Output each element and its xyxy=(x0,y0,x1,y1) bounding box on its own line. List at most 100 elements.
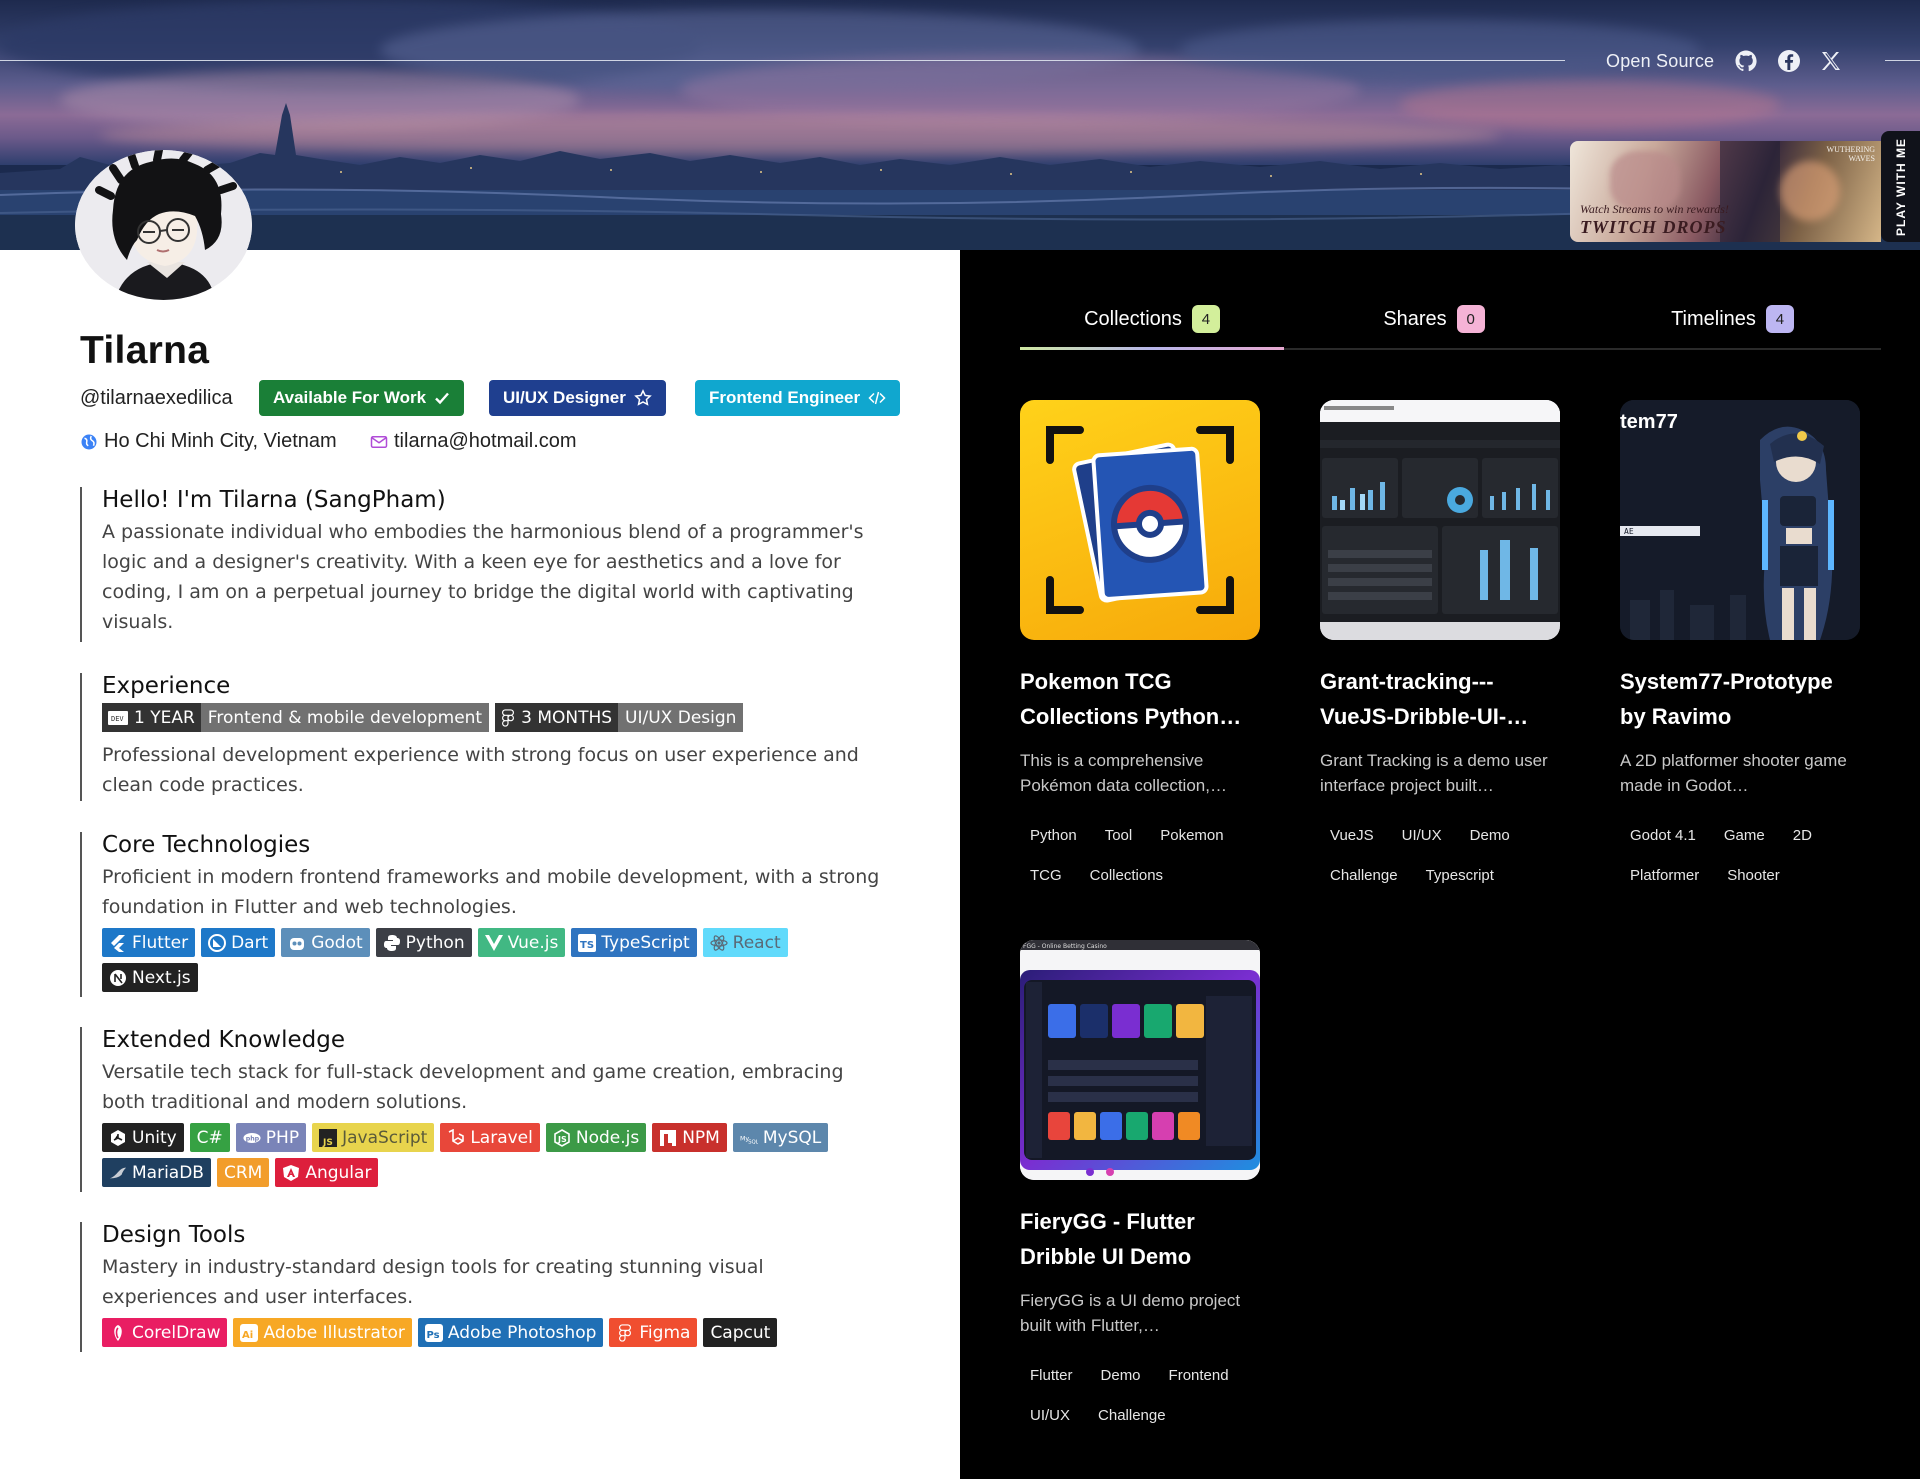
project-title[interactable]: System77-Prototype by Ravimo xyxy=(1620,664,1860,734)
tech-chip-mysql: My SQL MySQL xyxy=(732,1123,829,1152)
available-for-work-badge: Available For Work xyxy=(259,380,465,416)
design-title: Design Tools xyxy=(102,1222,246,1248)
project-thumbnail[interactable] xyxy=(1320,400,1560,640)
experience-chip-uiux: 3 MONTHS UI/UX Design xyxy=(495,703,744,732)
play-with-me-tab[interactable]: PLAY WITH ME xyxy=(1881,131,1920,242)
project-tag[interactable]: Collections xyxy=(1080,856,1173,896)
project-tag[interactable]: Challenge xyxy=(1320,856,1408,896)
figma-icon xyxy=(502,708,515,727)
tab-count: 0 xyxy=(1456,305,1485,333)
avatar[interactable] xyxy=(75,150,252,300)
project-tag[interactable]: Godot 4.1 xyxy=(1620,816,1706,856)
project-thumbnail[interactable] xyxy=(1020,400,1260,640)
project-thumbnail[interactable]: FGG - Online Betting Casino xyxy=(1020,940,1260,1180)
twitch-drops-banner[interactable]: WUTHERING WAVES Watch Streams to win rewa… xyxy=(1570,141,1881,242)
photoshop-icon: Ps xyxy=(424,1323,443,1342)
project-tag[interactable]: TCG xyxy=(1020,856,1072,896)
project-title[interactable]: Pokemon TCG Collections Python… xyxy=(1020,664,1260,734)
project-tag[interactable]: Demo xyxy=(1091,1356,1151,1396)
email[interactable]: tilarna@hotmail.com xyxy=(370,430,577,453)
tech-chip-angular: Angular xyxy=(275,1158,379,1187)
typescript-icon: TS xyxy=(578,933,597,952)
mail-icon xyxy=(370,435,388,448)
project-tag[interactable]: VueJS xyxy=(1320,816,1384,856)
svg-text:JS: JS xyxy=(557,1135,567,1144)
angular-icon xyxy=(282,1164,300,1182)
tech-chip-mariadb: MariaDB xyxy=(102,1158,211,1187)
tech-chip-python: Python xyxy=(375,928,472,957)
star-icon xyxy=(634,389,652,406)
project-tag[interactable]: Demo xyxy=(1460,816,1520,856)
project-tag[interactable]: Flutter xyxy=(1020,1356,1083,1396)
project-tags: VueJS UI/UX Demo Challenge Typescript xyxy=(1320,816,1560,896)
design-tools-section: Design Tools Mastery in industry-standar… xyxy=(80,1222,880,1352)
project-tag[interactable]: Game xyxy=(1714,816,1775,856)
github-icon[interactable] xyxy=(1734,49,1758,73)
core-tech-chips: Flutter Dart Godot Python Vue.js TS TypeScript… xyxy=(102,928,832,992)
python-icon xyxy=(383,934,401,952)
project-tag[interactable]: Platformer xyxy=(1620,856,1709,896)
project-tag[interactable]: Pokemon xyxy=(1150,816,1233,856)
project-tag[interactable]: Python xyxy=(1020,816,1087,856)
godot-icon xyxy=(288,934,306,952)
project-tag[interactable]: Shooter xyxy=(1717,856,1790,896)
project-card-system77[interactable]: AE tem77 System77-Prototype by Ravimo A … xyxy=(1620,400,1860,896)
chip-label: Next.js xyxy=(132,967,191,988)
experience-title: Experience xyxy=(102,673,231,699)
core-tech-section: Core Technologies Proficient in modern f… xyxy=(80,832,880,997)
project-description: This is a comprehensive Pokémon data col… xyxy=(1020,751,1227,795)
email-text[interactable]: tilarna@hotmail.com xyxy=(394,430,577,453)
project-tag[interactable]: UI/UX xyxy=(1392,816,1452,856)
casino-app-screenshot: FGG - Online Betting Casino xyxy=(1020,940,1260,1180)
twitch-corner-1: WUTHERING xyxy=(1826,145,1875,154)
project-description: FieryGG is a UI demo project built with … xyxy=(1020,1291,1241,1335)
chip-label: CorelDraw xyxy=(132,1322,221,1343)
mysql-icon: My SQL xyxy=(740,1129,758,1147)
project-tag[interactable]: Challenge xyxy=(1088,1396,1176,1436)
extended-knowledge-section: Extended Knowledge Versatile tech stack … xyxy=(80,1027,880,1192)
tech-chip-laravel: Laravel xyxy=(440,1123,540,1152)
chip-label: JavaScript xyxy=(342,1127,428,1148)
vue-icon xyxy=(484,934,503,952)
tab-timelines[interactable]: Timelines 4 xyxy=(1584,290,1881,348)
project-tag[interactable]: Typescript xyxy=(1416,856,1504,896)
chip-label: CRM xyxy=(223,1162,263,1183)
npm-icon xyxy=(659,1129,677,1147)
facebook-icon[interactable] xyxy=(1777,49,1801,73)
project-card-grant-tracking[interactable]: Grant-tracking---VueJS-Dribble-UI-… Gran… xyxy=(1320,400,1560,896)
project-tag[interactable]: Tool xyxy=(1095,816,1143,856)
project-thumbnail[interactable]: AE tem77 xyxy=(1620,400,1860,640)
svg-text:TS: TS xyxy=(580,940,594,951)
figma-icon xyxy=(616,1323,634,1342)
javascript-icon: JS xyxy=(319,1128,338,1147)
experience-chip-frontend: DEV 1 YEAR Frontend & mobile development xyxy=(102,703,490,732)
project-tabs: Collections 4 Shares 0 Timelines 4 xyxy=(1020,290,1881,350)
extended-chips: Unity C# php PHP JS JavaScript Laravel JS Node.j… xyxy=(102,1123,832,1187)
project-tag[interactable]: 2D xyxy=(1783,816,1822,856)
badge-label: Frontend Engineer xyxy=(709,388,861,407)
play-with-me-label: PLAY WITH ME xyxy=(1893,137,1908,236)
project-title[interactable]: Grant-tracking---VueJS-Dribble-UI-… xyxy=(1320,664,1560,734)
project-tag[interactable]: Frontend xyxy=(1159,1356,1239,1396)
tab-collections[interactable]: Collections 4 xyxy=(1020,290,1284,348)
project-title[interactable]: FieryGG - Flutter Dribble UI Demo xyxy=(1020,1204,1260,1274)
tab-shares[interactable]: Shares 0 xyxy=(1284,290,1584,348)
ui-ux-designer-badge: UI/UX Designer xyxy=(489,380,666,416)
header-banner: Open Source WUTHERING WAVES Watch Streams… xyxy=(0,0,1920,250)
chip-label: TypeScript xyxy=(601,932,690,953)
core-tech-title: Core Technologies xyxy=(102,832,311,858)
x-icon[interactable] xyxy=(1819,49,1843,73)
project-card-fierygg[interactable]: FGG - Online Betting Casino FieryGG - Fl… xyxy=(1020,940,1260,1436)
open-source-link[interactable]: Open Source xyxy=(1606,51,1714,72)
project-tags: Godot 4.1 Game 2D Platformer Shooter xyxy=(1620,816,1860,896)
tech-chip-php: php PHP xyxy=(235,1123,307,1152)
chip-label: NPM xyxy=(682,1127,720,1148)
active-tab-indicator xyxy=(1020,347,1284,350)
chip-label: Python xyxy=(405,932,465,953)
project-tag[interactable]: UI/UX xyxy=(1020,1396,1080,1436)
twitch-caption-small: Watch Streams to win rewards! xyxy=(1580,202,1729,216)
thumb-title-text: tem77 xyxy=(1620,411,1678,433)
project-card-pokemon[interactable]: Pokemon TCG Collections Python… This is … xyxy=(1020,400,1260,896)
intro-title: Hello! I'm Tilarna (SangPham) xyxy=(102,487,446,513)
tech-chip-adobe-photoshop: Ps Adobe Photoshop xyxy=(417,1318,604,1347)
